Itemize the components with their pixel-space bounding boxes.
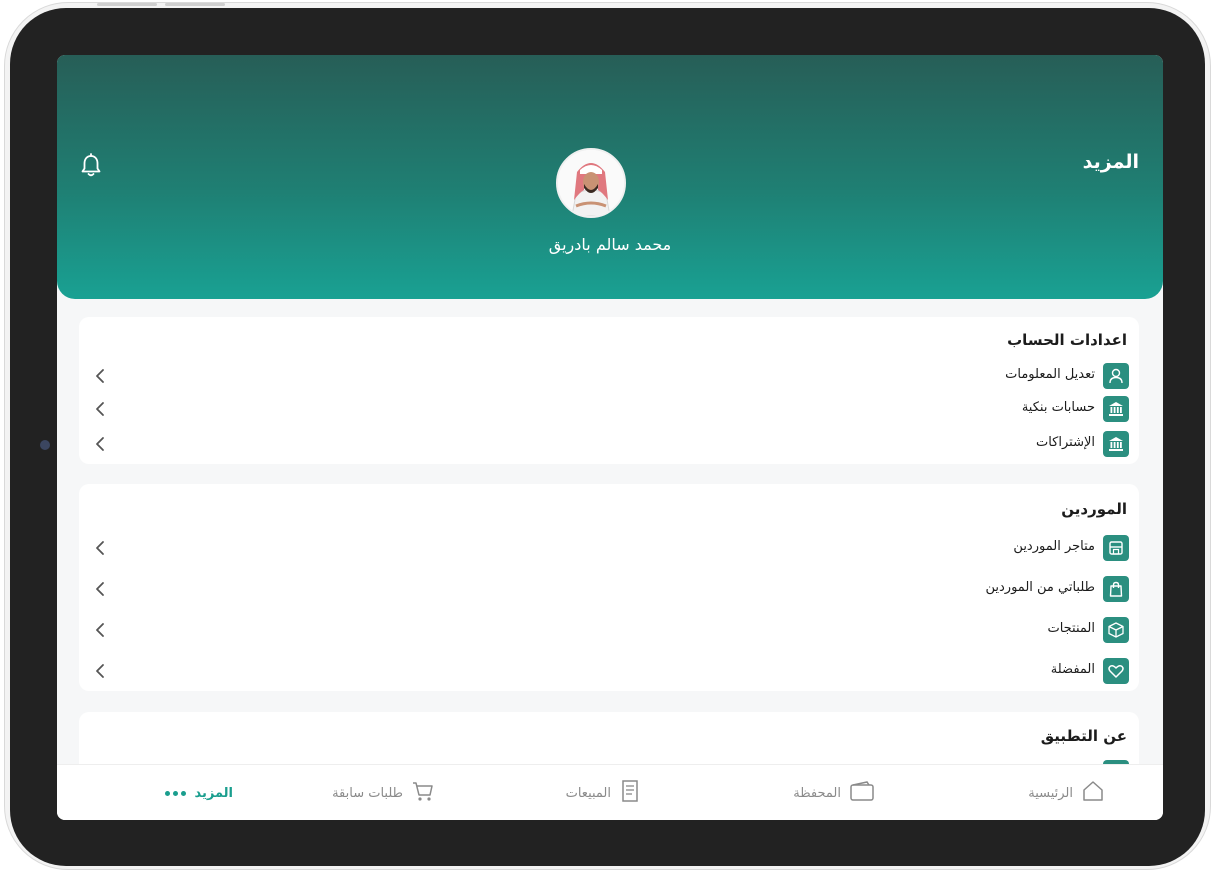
menu-item-my-supplier-orders[interactable]: طلباتي من الموردين [79,574,1139,604]
camera [40,440,50,450]
menu-item-label: حسابات بنكية [1021,400,1095,415]
account-settings-card: اعدادات الحساب تعديل المعلومات حسابات بن… [79,317,1139,464]
menu-item-supplier-stores[interactable]: متاجر الموردين [79,533,1139,563]
power-button [165,3,225,6]
box-icon [1103,617,1129,643]
nav-item-home[interactable]: الرئيسية [1028,765,1105,820]
home-icon [1081,780,1105,806]
more-dots-icon [165,790,187,796]
nav-label: طلبات سابقة [332,785,403,801]
chevron-left-icon [93,539,107,557]
menu-item-products[interactable]: المنتجات [79,615,1139,645]
nav-item-previous-orders[interactable]: طلبات سابقة [332,765,435,820]
menu-item-label: المنتجات [1047,621,1095,636]
bottom-nav: الرئيسية المحفظة المبيعات طلبات سابقة ال… [57,764,1163,820]
menu-item-label: متاجر الموردين [1013,539,1095,554]
volume-button [97,3,157,6]
chevron-left-icon [93,662,107,680]
bank-icon [1103,431,1129,457]
menu-item-subscriptions[interactable]: الإشتراكات [79,429,1139,459]
chevron-left-icon [93,400,107,418]
profile-header: المزيد محمد سالم بادريق [57,55,1163,299]
nav-label: المحفظة [793,785,841,801]
nav-item-more[interactable]: المزيد [165,765,233,820]
chevron-left-icon [93,367,107,385]
menu-item-favorites[interactable]: المفضلة [79,656,1139,686]
nav-label: الرئيسية [1028,785,1073,801]
menu-item-label: تعديل المعلومات [1005,367,1095,382]
app-screen: المزيد محمد سالم بادريق اعدادات الحساب ت… [57,55,1163,820]
nav-item-wallet[interactable]: المحفظة [793,765,875,820]
menu-item-bank-accounts[interactable]: حسابات بنكية [79,394,1139,424]
user-icon [1103,363,1129,389]
section-title: عن التطبيق [1040,727,1127,745]
nav-label: المبيعات [565,785,611,801]
menu-item-edit-info[interactable]: تعديل المعلومات [79,361,1139,391]
profile-name: محمد سالم بادريق [548,235,672,254]
heart-icon [1103,658,1129,684]
bell-icon[interactable] [79,153,103,179]
cart-icon [411,780,435,806]
chevron-left-icon [93,621,107,639]
store-icon [1103,535,1129,561]
page-title: المزيد [1082,151,1139,173]
menu-item-label: الإشتراكات [1035,435,1095,450]
avatar[interactable] [556,148,626,218]
menu-item-label: طلباتي من الموردين [985,580,1096,595]
nav-label: المزيد [194,785,233,801]
receipt-icon [619,779,641,807]
section-title: اعدادات الحساب [1007,331,1127,349]
section-title: الموردين [1061,500,1127,518]
chevron-left-icon [93,435,107,453]
bank-icon [1103,396,1129,422]
nav-item-sales[interactable]: المبيعات [566,765,641,820]
menu-item-label: المفضلة [1050,662,1095,677]
suppliers-card: الموردين متاجر الموردين طلباتي من المورد… [79,484,1139,691]
chevron-left-icon [93,580,107,598]
wallet-icon [849,780,875,806]
shopping-bag-icon [1103,576,1129,602]
